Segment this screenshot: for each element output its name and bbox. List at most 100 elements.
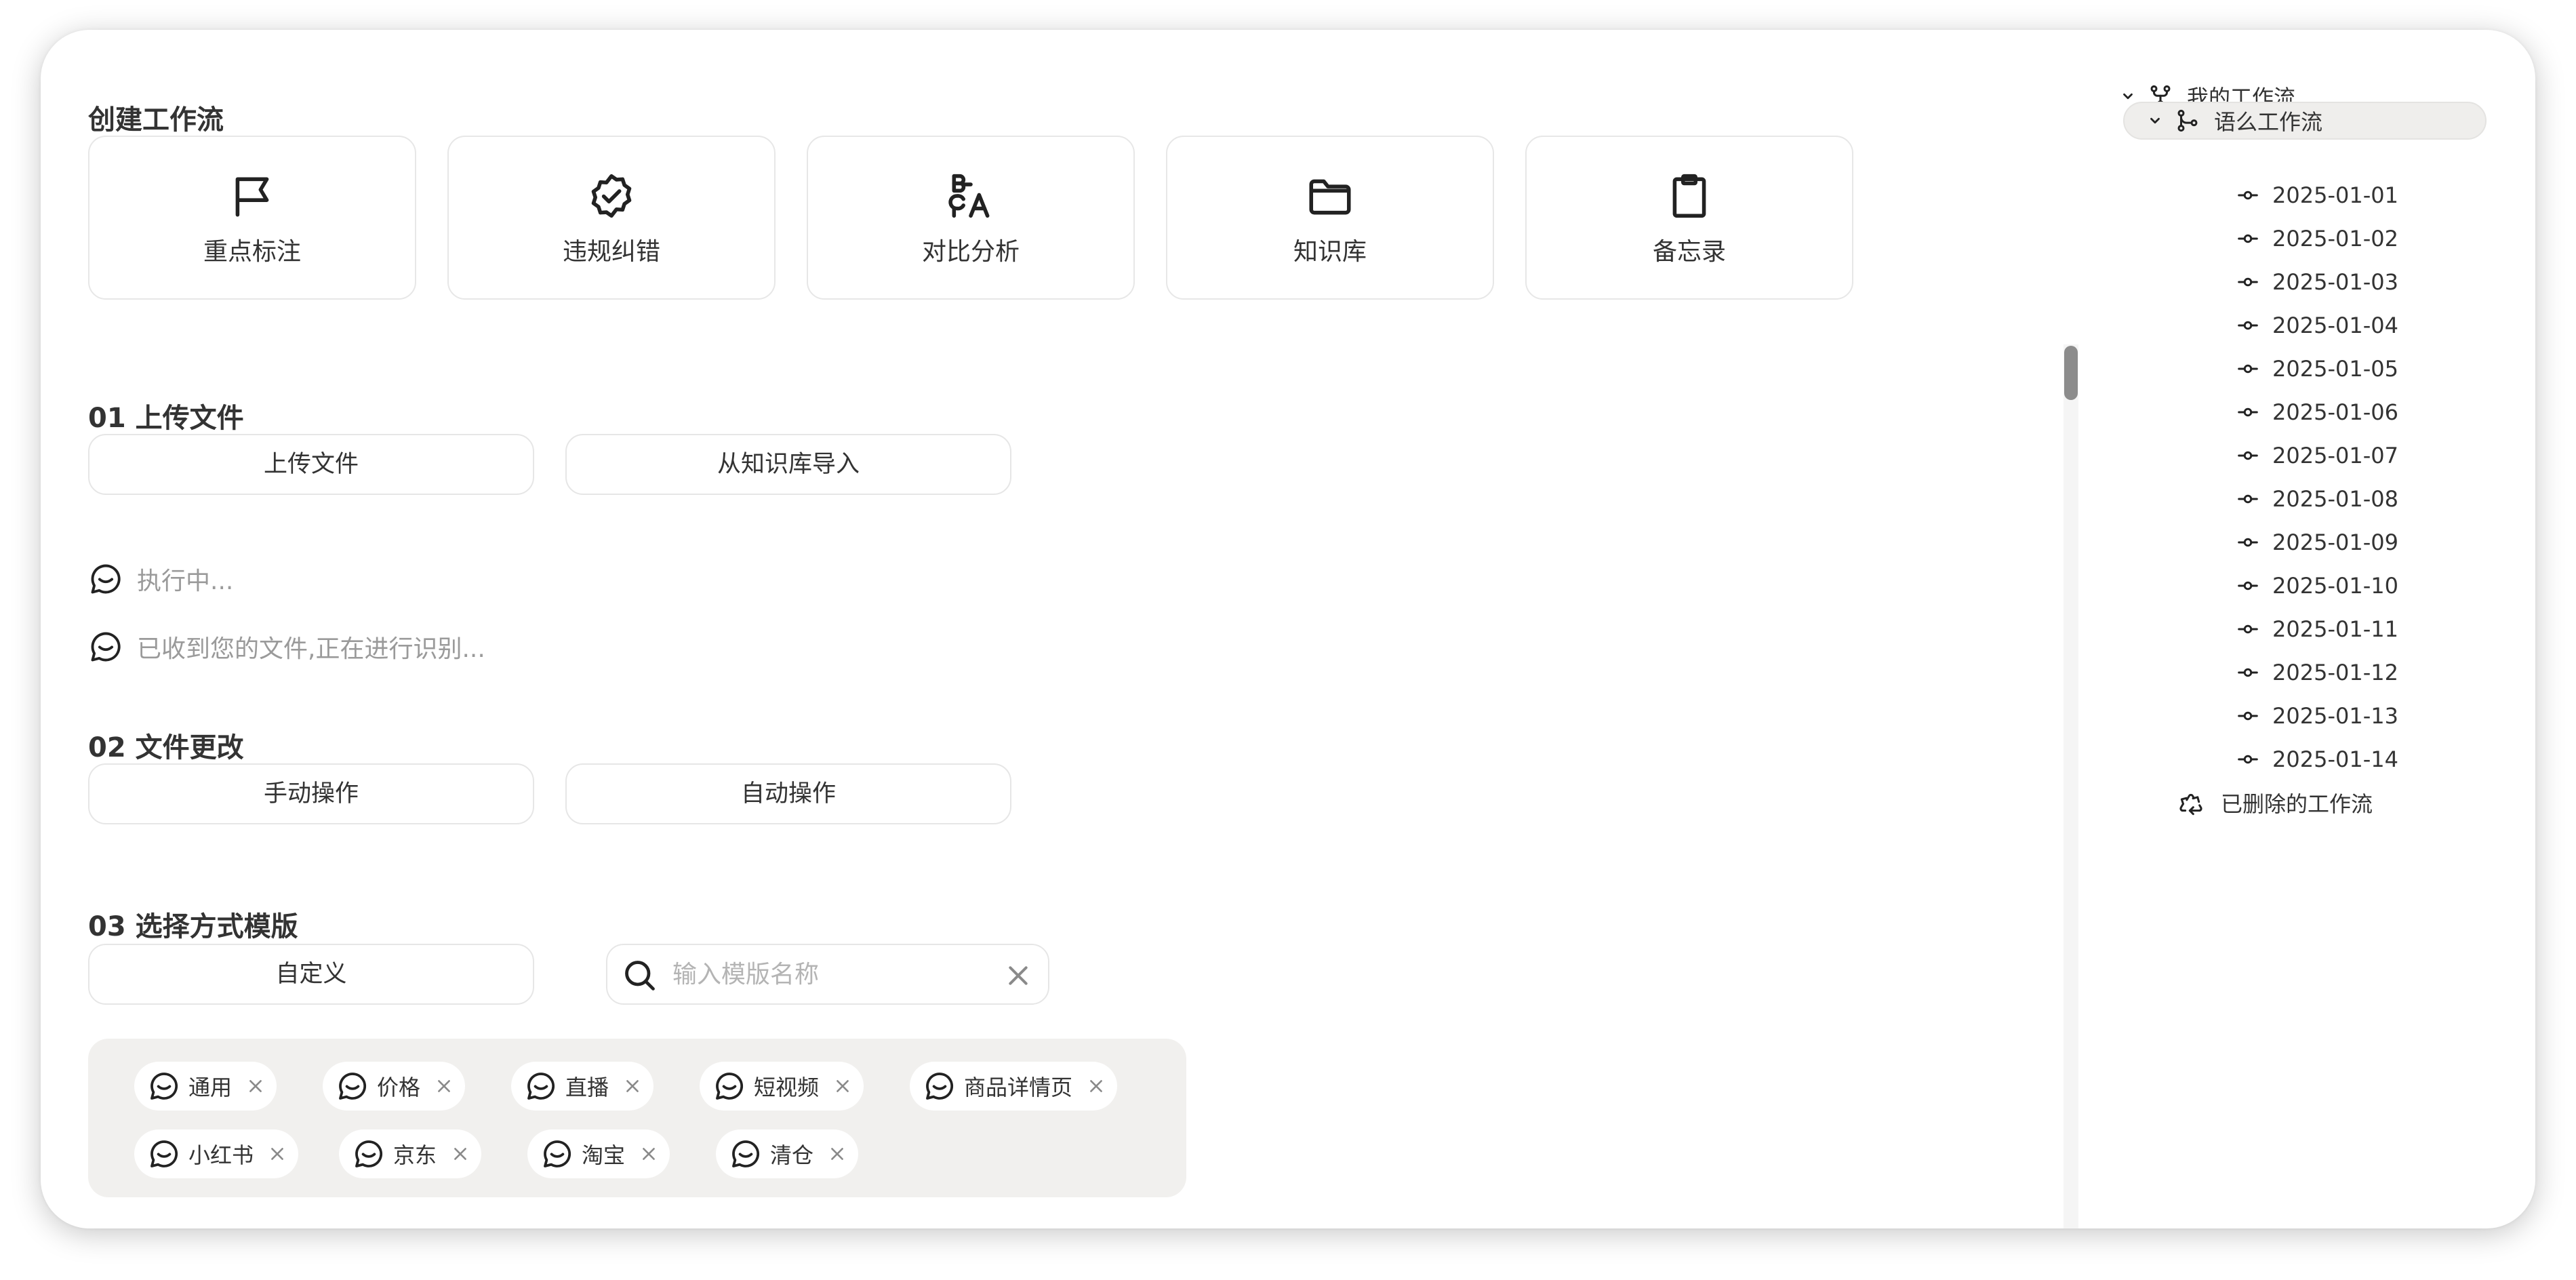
scrollbar-thumb[interactable] [2064, 346, 2078, 400]
tree-entry-label: 2025-01-02 [2272, 226, 2398, 252]
tree-entry[interactable]: 2025-01-09 [2237, 523, 2398, 561]
git-branch-icon [2177, 109, 2198, 132]
recycle-icon [2179, 794, 2202, 816]
tree-entry[interactable]: 2025-01-01 [2237, 176, 2398, 214]
chat-bubble-icon [544, 1140, 571, 1167]
git-commit-icon [2238, 711, 2258, 721]
card-knowledge-base[interactable]: 知识库 [1166, 136, 1494, 300]
upload-file-button[interactable]: 上传文件 [88, 434, 534, 495]
template-tag[interactable]: 短视频 [700, 1062, 864, 1111]
tree-entry-label: 2025-01-11 [2272, 616, 2398, 642]
git-commit-icon [2238, 494, 2258, 504]
tree-entry[interactable]: 2025-01-06 [2237, 393, 2398, 431]
git-commit-icon [2238, 451, 2258, 460]
tree-entry-label: 2025-01-03 [2272, 269, 2398, 295]
chat-bubble-icon [91, 632, 121, 662]
card-label: 违规纠错 [562, 238, 660, 266]
tree-entry[interactable]: 2025-01-13 [2237, 697, 2398, 735]
tree-entry[interactable]: 2025-01-07 [2237, 437, 2398, 475]
chat-bubble-icon [150, 1140, 178, 1167]
tag-label: 清仓 [770, 1142, 814, 1168]
card-key-annotation[interactable]: 重点标注 [88, 136, 416, 300]
card-compare-analysis[interactable]: 对比分析 [807, 136, 1135, 300]
tree-entry[interactable]: 2025-01-04 [2237, 306, 2398, 344]
chat-bubble-icon [150, 1073, 178, 1100]
scrollbar-track[interactable] [2064, 344, 2078, 1228]
close-icon[interactable] [268, 1145, 286, 1163]
chevron-down-icon[interactable] [2148, 113, 2162, 128]
app-window: 创建工作流 重点标注 违规纠错 对比分析 知识库 备忘录 01 上传文件 上传文… [41, 30, 2535, 1228]
tag-label: 通用 [188, 1075, 233, 1100]
template-tag[interactable]: 淘宝 [527, 1129, 670, 1178]
close-icon[interactable] [1087, 1077, 1105, 1095]
close-icon[interactable] [451, 1145, 469, 1163]
tree-entry[interactable]: 2025-01-14 [2237, 740, 2398, 778]
tag-label: 小红书 [188, 1142, 254, 1168]
close-icon[interactable] [640, 1145, 658, 1163]
auto-operation-button[interactable]: 自动操作 [565, 763, 1011, 824]
template-tag[interactable]: 直播 [511, 1062, 654, 1111]
tag-label: 京东 [393, 1142, 437, 1168]
tree-group-workflow[interactable]: 语么工作流 [2148, 102, 2322, 140]
tree-entry-label: 2025-01-08 [2272, 486, 2398, 512]
card-memo[interactable]: 备忘录 [1525, 136, 1853, 300]
tree-entry[interactable]: 2025-01-02 [2237, 220, 2398, 258]
tree-entry-label: 2025-01-07 [2272, 443, 2398, 468]
custom-template-button[interactable]: 自定义 [88, 944, 534, 1005]
chevron-down-icon[interactable] [2120, 89, 2135, 104]
tree-deleted-workflows[interactable]: 已删除的工作流 [2177, 784, 2373, 822]
import-from-knowledge-base-button[interactable]: 从知识库导入 [565, 434, 1011, 495]
tag-label: 价格 [377, 1075, 421, 1100]
tree-entry-label: 2025-01-05 [2272, 356, 2398, 382]
chat-bubble-icon [527, 1073, 555, 1100]
git-commit-icon [2238, 321, 2258, 330]
folder-icon [1309, 179, 1351, 215]
git-commit-icon [2238, 538, 2258, 547]
tree-entry-label: 2025-01-10 [2272, 573, 2398, 599]
status-text: 已收到您的文件,正在进行识别... [137, 635, 485, 663]
tree-entry-label: 2025-01-12 [2272, 660, 2398, 685]
git-commit-icon [2238, 191, 2258, 200]
tree-entry[interactable]: 2025-01-08 [2237, 480, 2398, 518]
search-icon [625, 961, 655, 991]
git-commit-icon [2238, 581, 2258, 591]
git-commit-icon [2238, 668, 2258, 677]
template-tag[interactable]: 京东 [339, 1129, 482, 1178]
clear-icon[interactable] [1005, 962, 1032, 989]
template-tag[interactable]: 通用 [134, 1062, 277, 1111]
manual-operation-button[interactable]: 手动操作 [88, 763, 534, 824]
git-commit-icon [2238, 364, 2258, 374]
template-tag[interactable]: 商品详情页 [910, 1062, 1118, 1111]
tag-label: 淘宝 [582, 1142, 626, 1168]
template-tag-panel: 通用 价格 直播 短视频 商品详情页 小红书 京东 淘宝 清仓 [88, 1039, 1186, 1197]
template-tag[interactable]: 清仓 [716, 1129, 859, 1178]
template-search-input[interactable] [672, 952, 971, 997]
tree-entry-label: 2025-01-14 [2272, 746, 2398, 772]
chat-bubble-icon [716, 1073, 744, 1100]
chat-bubble-icon [732, 1140, 760, 1167]
card-label: 对比分析 [921, 238, 1020, 266]
tree-entry[interactable]: 2025-01-03 [2237, 263, 2398, 301]
close-icon[interactable] [624, 1077, 641, 1095]
tree-entry[interactable]: 2025-01-10 [2237, 567, 2398, 605]
tag-label: 商品详情页 [964, 1075, 1073, 1100]
close-icon[interactable] [834, 1077, 851, 1095]
chat-bubble-icon [339, 1073, 367, 1100]
close-icon[interactable] [435, 1077, 453, 1095]
card-violation-correction[interactable]: 违规纠错 [447, 136, 776, 300]
template-tag[interactable]: 小红书 [134, 1129, 299, 1178]
chat-bubble-icon [926, 1073, 954, 1100]
git-commit-icon [2238, 234, 2258, 243]
git-commit-icon [2238, 624, 2258, 634]
tree-entry[interactable]: 2025-01-05 [2237, 350, 2398, 388]
upload-section-title: 01 上传文件 [88, 403, 244, 434]
tree-entry[interactable]: 2025-01-11 [2237, 610, 2398, 648]
tree-entry-label: 2025-01-09 [2272, 529, 2398, 555]
template-tag[interactable]: 价格 [323, 1062, 466, 1111]
main-panel: 创建工作流 重点标注 违规纠错 对比分析 知识库 备忘录 01 上传文件 上传文… [88, 30, 2095, 1228]
tree-entry-label: 2025-01-01 [2272, 182, 2398, 208]
tree-entry[interactable]: 2025-01-12 [2237, 654, 2398, 692]
close-icon[interactable] [828, 1145, 846, 1163]
close-icon[interactable] [247, 1077, 264, 1095]
chat-bubble-icon [91, 564, 121, 594]
